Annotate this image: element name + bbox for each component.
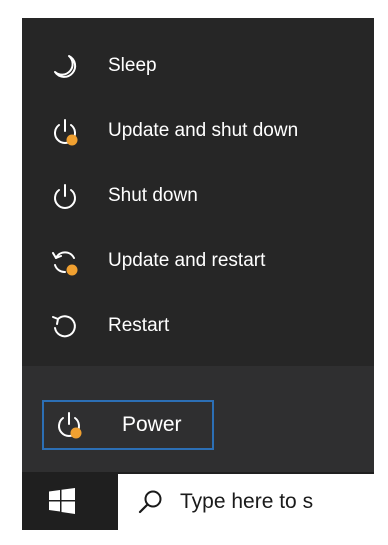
taskbar-search-box[interactable]: Type here to s [118,474,374,530]
menu-item-restart[interactable]: Restart [22,296,374,356]
start-menu-footer: Power [22,366,374,472]
restart-icon [50,312,80,342]
menu-item-label: Restart [108,315,170,336]
power-options-menu: Sleep Update and shut down Shut down Upd… [22,18,374,366]
moon-icon [50,52,80,82]
edge-right [374,0,388,545]
menu-item-label: Shut down [108,185,198,206]
restart-update-icon [50,247,80,277]
menu-item-update-and-restart[interactable]: Update and restart [22,231,374,291]
power-update-icon [54,410,84,440]
edge-top [0,0,388,18]
windows-logo-icon [49,488,75,514]
menu-item-shut-down[interactable]: Shut down [22,166,374,226]
power-button-label: Power [122,413,182,436]
menu-item-label: Update and restart [108,250,266,271]
menu-item-update-and-shut-down[interactable]: Update and shut down [22,101,374,161]
power-button[interactable]: Power [42,400,214,450]
menu-item-sleep[interactable]: Sleep [22,36,374,96]
start-button[interactable] [22,472,118,530]
search-icon [138,489,164,515]
search-placeholder: Type here to s [180,490,314,513]
edge-left [0,0,22,545]
screenshot-frame: Sleep Update and shut down Shut down Upd… [0,0,388,545]
taskbar: Type here to s [22,472,374,530]
power-update-icon [50,117,80,147]
menu-item-label: Update and shut down [108,120,299,141]
menu-item-label: Sleep [108,55,157,76]
power-icon [50,182,80,212]
